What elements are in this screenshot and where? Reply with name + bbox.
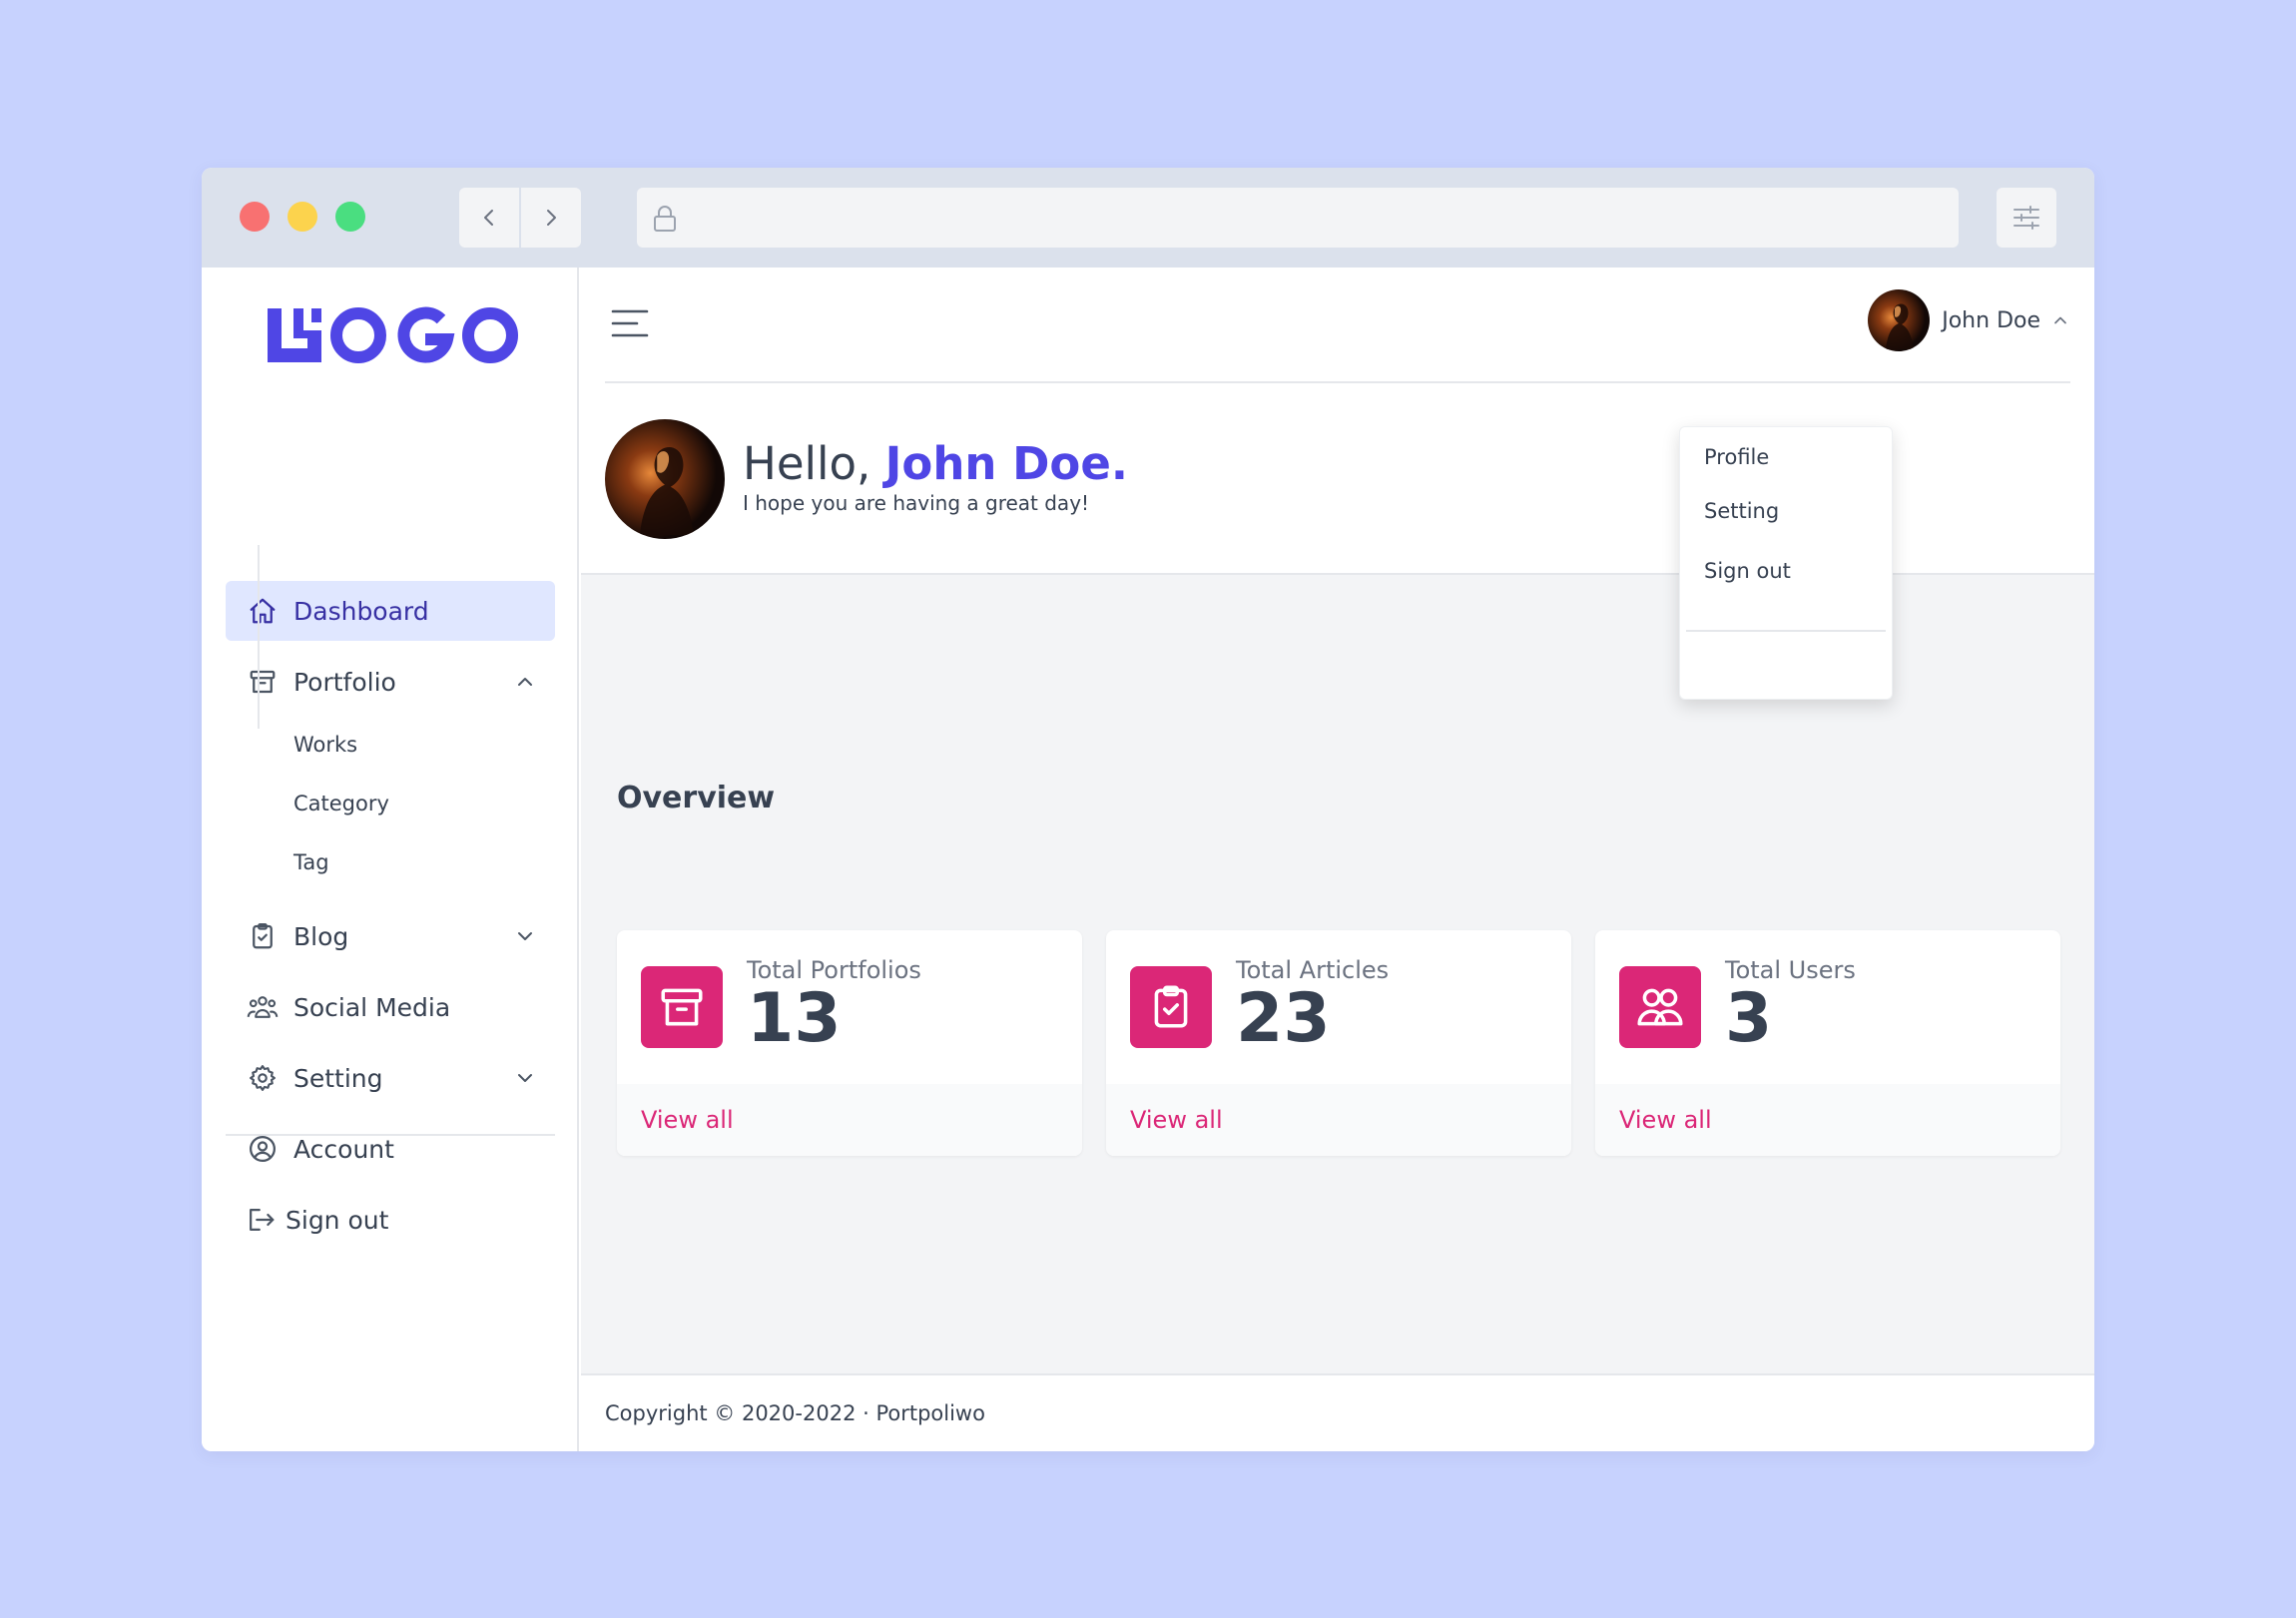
sidebar-item-portfolio[interactable]: Portfolio [226,652,555,712]
clipboard-check-icon [1130,966,1212,1048]
sidebar-subitem-works[interactable]: Works [293,733,357,757]
card-footer: View all [1106,1084,1571,1156]
chevron-down-icon [518,1074,532,1082]
sidebar-signout-label: Sign out [286,1205,389,1235]
overview-title: Overview [617,781,776,815]
chevron-right-icon [547,210,556,226]
lock-icon [654,206,676,232]
user-name: John Doe [1942,307,2040,333]
submenu-line [258,545,260,729]
stat-value: 3 [1725,979,1773,1058]
sidebar-item-label: Account [293,1134,394,1164]
dropdown-item-signout[interactable]: Sign out [1704,559,1791,583]
user-dropdown-menu: Profile Setting Sign out [1679,426,1893,700]
greeting-name: John Doe. [884,437,1128,490]
avatar [1868,289,1931,351]
sidebar-item-signout[interactable]: Sign out [226,1190,555,1250]
profile-avatar [605,419,725,539]
sidebar-divider [226,1134,555,1136]
view-all-link[interactable]: View all [1130,1106,1223,1134]
archive-icon [641,966,723,1048]
sidebar-item-account[interactable]: Account [226,1119,555,1179]
archive-icon [246,665,280,699]
sidebar-item-label: Blog [293,921,349,951]
back-button[interactable] [459,188,519,248]
view-all-link[interactable]: View all [641,1106,734,1134]
forward-button[interactable] [521,188,581,248]
browser-chrome [202,168,2094,268]
users-icon [1619,966,1701,1048]
view-all-link[interactable]: View all [1619,1106,1712,1134]
logout-icon [244,1203,278,1237]
copyright-text: Copyright © 2020-2022 · Portpoliwo [605,1401,985,1425]
dropdown-item-setting[interactable]: Setting [1704,499,1779,523]
close-window-dot[interactable] [240,202,270,232]
sidebar-item-dashboard[interactable]: Dashboard [226,581,555,641]
logo[interactable] [266,305,519,365]
greeting-heading: Hello, John Doe. [743,437,1128,490]
sidebar-item-label: Social Media [293,992,451,1022]
dropdown-item-profile[interactable]: Profile [1704,445,1769,469]
gear-icon [246,1061,280,1095]
stat-value: 13 [747,979,842,1058]
dropdown-divider [1686,630,1886,632]
greeting-subtitle: I hope you are having a great day! [743,491,1090,515]
stat-card-users: Total Users 3 View all [1595,930,2060,1156]
user-menu-trigger[interactable]: John Doe [1868,289,2070,351]
home-icon [246,594,280,628]
users-group-icon [246,990,280,1024]
sidebar-item-label: Dashboard [293,596,429,626]
chevron-up-icon [2054,316,2066,324]
sidebar-item-setting[interactable]: Setting [226,1048,555,1108]
sidebar-item-blog[interactable]: Blog [226,906,555,966]
sidebar-subitem-category[interactable]: Category [293,792,389,815]
sidebar-item-label: Setting [293,1063,383,1093]
sidebar-subitem-tag[interactable]: Tag [293,850,329,874]
sidebar: Dashboard Portfolio Works Category Tag B… [202,268,579,1451]
greeting-text: Hello, [743,437,885,490]
browser-settings-button[interactable] [1997,188,2056,248]
header-divider [605,381,2070,383]
browser-window: Dashboard Portfolio Works Category Tag B… [202,168,2094,1451]
chevron-down-icon [518,932,532,940]
sidebar-item-label: Portfolio [293,667,396,697]
clipboard-icon [246,919,280,953]
chevron-up-icon [518,678,532,686]
stat-card-articles: Total Articles 23 View all [1106,930,1571,1156]
card-footer: View all [617,1084,1082,1156]
user-circle-icon [246,1132,280,1166]
footer: Copyright © 2020-2022 · Portpoliwo [581,1373,2094,1451]
address-bar[interactable] [637,188,1959,248]
maximize-window-dot[interactable] [335,202,365,232]
stat-value: 23 [1236,979,1331,1058]
card-footer: View all [1595,1084,2060,1156]
minimize-window-dot[interactable] [287,202,317,232]
adjustments-icon [2013,206,2039,230]
chevron-left-icon [484,210,493,226]
sidebar-item-social-media[interactable]: Social Media [226,977,555,1037]
stat-card-portfolios: Total Portfolios 13 View all [617,930,1082,1156]
menu-icon[interactable] [611,307,649,339]
